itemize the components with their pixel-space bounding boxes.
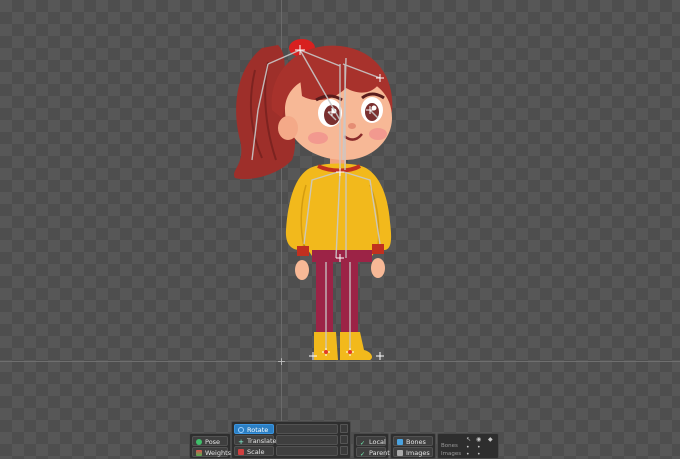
scale-key-icon[interactable]: [340, 446, 348, 455]
pointer-icon[interactable]: ↖: [466, 437, 471, 443]
transform-panel: Rotate + Translate Scale: [231, 421, 351, 459]
weights-icon: [196, 450, 202, 456]
weights-button[interactable]: Weights: [192, 447, 232, 457]
mode-panel: Pose Weights: [189, 433, 231, 459]
character-hand-right: [371, 258, 385, 278]
character-hand-left: [295, 260, 309, 280]
bones-icon: [397, 439, 403, 445]
character-leg-left: [316, 258, 333, 336]
rotate-value-field[interactable]: [276, 424, 338, 434]
parent-label: Parent: [369, 449, 390, 457]
display-options-panel: Bones Images ↖ ◉ ◆ • • • •: [437, 433, 499, 459]
compact-bones-label: Bones: [441, 443, 458, 449]
local-label: Local: [369, 438, 386, 446]
bones-button[interactable]: Bones: [393, 436, 433, 446]
translate-button[interactable]: + Translate: [234, 435, 277, 446]
rotate-key-icon[interactable]: [340, 424, 348, 433]
character-ear: [278, 116, 298, 140]
pose-button[interactable]: Pose: [192, 436, 228, 446]
pose-icon: [196, 439, 202, 445]
visibility-panel: Bones Images: [390, 433, 436, 459]
parent-icon: ✓: [360, 451, 366, 458]
character-viewport[interactable]: [0, 0, 680, 455]
eye-icon[interactable]: ◉: [476, 437, 481, 443]
weights-label: Weights: [205, 449, 232, 457]
translate-key-icon[interactable]: [340, 435, 348, 444]
scale-icon: [238, 449, 244, 455]
parent-button[interactable]: ✓ Parent: [356, 447, 390, 458]
images-button[interactable]: Images: [393, 447, 433, 457]
tag-icon[interactable]: ◆: [488, 437, 493, 443]
images-visible-dot-icon[interactable]: •: [477, 452, 481, 458]
images-select-dot-icon[interactable]: •: [466, 452, 470, 458]
images-icon: [397, 450, 403, 456]
local-button[interactable]: ✓ Local: [356, 436, 386, 447]
character-boot-right: [340, 332, 372, 360]
rotate-label: Rotate: [247, 426, 269, 434]
rotate-icon: [238, 427, 244, 433]
rotate-button[interactable]: Rotate: [234, 424, 274, 434]
pose-label: Pose: [205, 438, 221, 446]
translate-icon: +: [238, 438, 244, 446]
bones-label: Bones: [406, 438, 426, 446]
translate-value-field[interactable]: [276, 435, 338, 445]
translate-label: Translate: [247, 437, 277, 445]
images-label: Images: [406, 449, 430, 457]
axes-panel: ✓ Local ✓ Parent: [353, 433, 390, 459]
